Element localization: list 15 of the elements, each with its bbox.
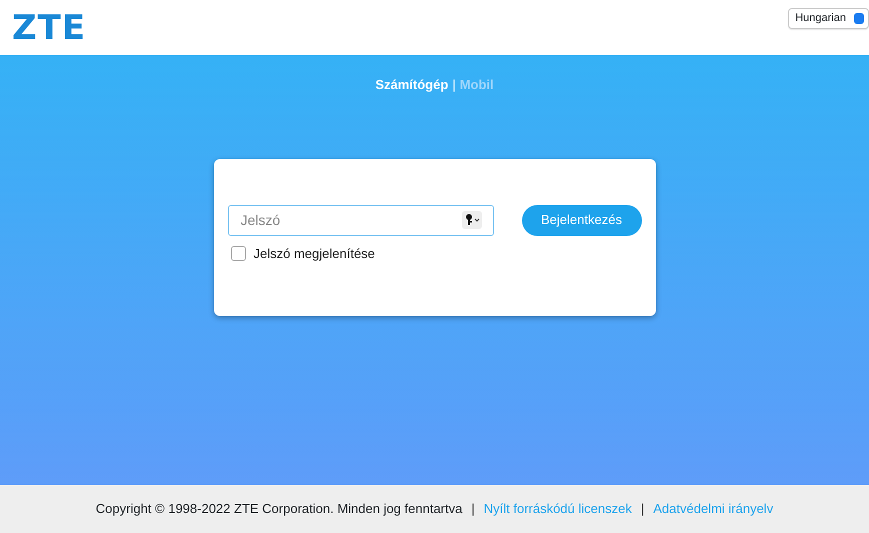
view-tab[interactable]: Számítógép xyxy=(375,75,448,94)
show-password-checkbox[interactable] xyxy=(230,246,246,261)
separator: | xyxy=(452,76,456,94)
separator: | xyxy=(471,500,475,518)
logo: ZTE xyxy=(12,10,86,44)
password-field[interactable]: Jelszó xyxy=(228,204,494,236)
language-select[interactable]: Hungarian xyxy=(788,8,869,29)
copyright-text: Copyright © 1998-2022 ZTE Corporation. Minden jog fenntartva xyxy=(96,500,462,518)
separator: | xyxy=(640,500,644,518)
key-icon xyxy=(462,210,482,228)
footer-link[interactable]: Nyílt forráskódú licenszek xyxy=(484,499,632,519)
login-button[interactable]: Bejelentkezés xyxy=(522,204,642,236)
footer-link[interactable]: Adatvédelmi irányelv xyxy=(653,499,774,519)
view-tab[interactable]: Mobil xyxy=(460,75,494,94)
checkbox-label: Jelszó megjelenítése xyxy=(254,244,375,263)
